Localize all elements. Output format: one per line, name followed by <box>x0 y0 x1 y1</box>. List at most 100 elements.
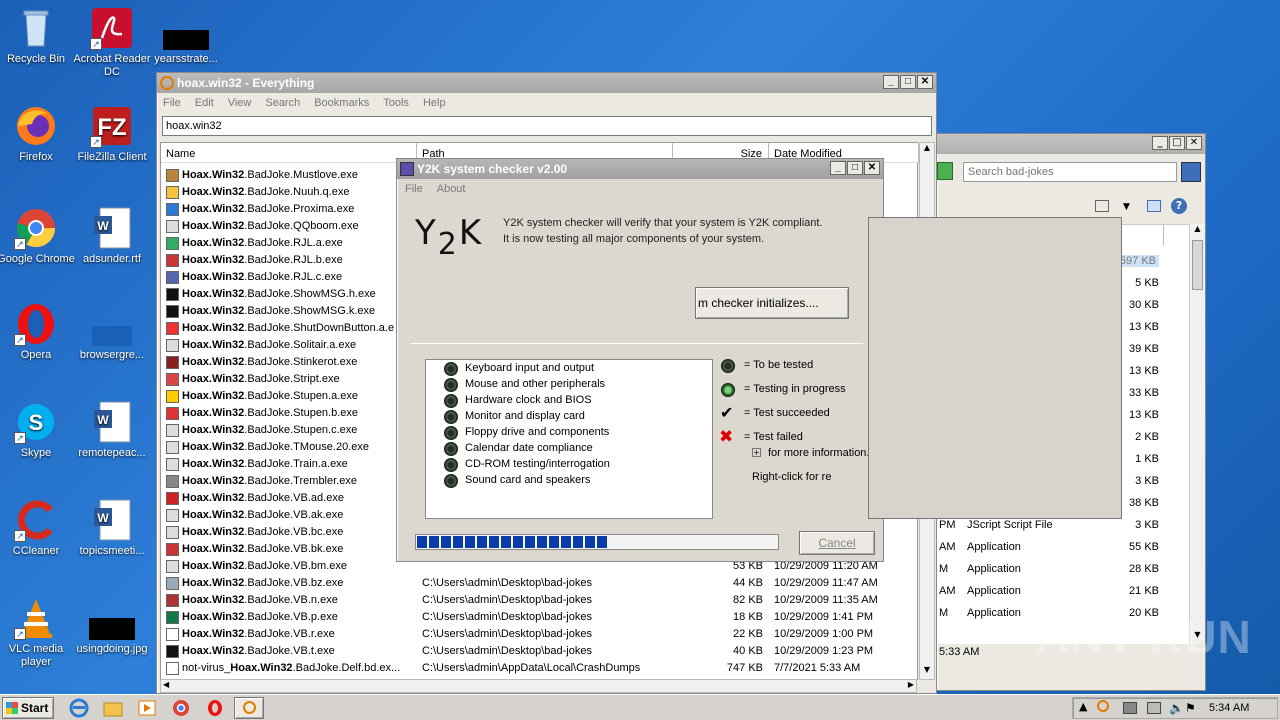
desktop-icon-browsergre[interactable]: browsergre... <box>72 302 152 362</box>
table-row[interactable]: Hoax.Win32.BadJoke.VB.bz.exe C:\Users\adm… <box>161 575 917 592</box>
desktop-icon-label: usingdoing.jpg <box>76 643 148 655</box>
display-icon[interactable] <box>1147 702 1161 714</box>
desktop-icon-label: VLC media player <box>8 643 64 668</box>
test-label: Calendar date compliance <box>465 442 593 454</box>
status-button[interactable]: m checker initializes.... <box>695 287 849 319</box>
desktop-icon-skype[interactable]: S ↗ Skype <box>0 400 76 460</box>
desktop-icon-label: Opera <box>20 349 52 361</box>
menu-search[interactable]: Search <box>265 93 300 113</box>
desktop-icon-chrome[interactable]: ↗ Google Chrome <box>0 206 76 266</box>
table-row[interactable]: Hoax.Win32.BadJoke.VB.p.exe C:\Users\admi… <box>161 609 917 626</box>
desktop-icon-yearsstrate[interactable]: yearsstrate... <box>146 6 226 66</box>
desktop-icon-remotepeac[interactable]: W remotepeac... <box>72 400 152 460</box>
menu-tools[interactable]: Tools <box>383 93 409 113</box>
minimize-button[interactable]: _ <box>1152 136 1168 150</box>
cancel-button[interactable]: Cancel <box>799 531 875 555</box>
chrome-taskbar-icon[interactable] <box>170 698 194 718</box>
tray-expand-icon[interactable]: ▲ <box>1079 700 1087 713</box>
menu-file[interactable]: File <box>163 93 181 113</box>
file-size: 40 KB <box>733 645 763 657</box>
vertical-scrollbar[interactable]: ▲ ▼ <box>1189 224 1205 644</box>
menu-bookmarks[interactable]: Bookmarks <box>314 93 369 113</box>
file-name-match: Hoax.Win32 <box>182 475 245 487</box>
file-type: Application <box>967 607 1021 619</box>
desktop-icon-firefox[interactable]: Firefox <box>0 104 76 164</box>
desktop-icon-adsunder[interactable]: W adsunder.rtf <box>72 206 152 266</box>
scroll-up-icon[interactable]: ▲ <box>1190 224 1205 238</box>
maximize-button[interactable]: □ <box>900 75 916 89</box>
y2k-titlebar[interactable]: Y2K system checker v2.00 _ □ ✕ <box>397 159 883 179</box>
desktop-icon-recycle-bin[interactable]: Recycle Bin <box>0 6 76 66</box>
everything-titlebar[interactable]: hoax.win32 - Everything _ □ ✕ <box>157 73 936 93</box>
file-icon <box>166 441 179 454</box>
explorer-titlebar[interactable]: _ □ ✕ <box>937 134 1205 154</box>
view-options-icon[interactable] <box>1095 200 1109 212</box>
menu-file[interactable]: File <box>405 179 423 199</box>
maximize-button[interactable]: □ <box>847 161 863 175</box>
horizontal-scrollbar[interactable]: ◀ ▶ <box>160 679 917 693</box>
ie-icon[interactable] <box>68 698 92 718</box>
scroll-right-icon[interactable]: ▶ <box>908 680 914 689</box>
y2k-app-icon <box>400 162 414 176</box>
opera-taskbar-icon[interactable] <box>204 698 228 718</box>
file-name: not-virus_Hoax.Win32.BadJoke.Delf.bd.ex.… <box>182 660 414 677</box>
column-name[interactable]: Name <box>161 143 417 163</box>
search-input[interactable] <box>963 162 1177 182</box>
everything-taskbar-button[interactable] <box>234 697 264 719</box>
desktop-icon-topicsmeeti[interactable]: W topicsmeeti... <box>72 498 152 558</box>
file-icon <box>166 662 179 675</box>
menu-edit[interactable]: Edit <box>195 93 214 113</box>
table-row[interactable]: not-virus_Hoax.Win32.BadJoke.Delf.bd.ex.… <box>161 660 917 677</box>
file-name: Hoax.Win32.BadJoke.Stupen.a.exe <box>182 388 414 405</box>
table-row[interactable]: Hoax.Win32.BadJoke.VB.r.exe C:\Users\admi… <box>161 626 917 643</box>
refresh-icon[interactable] <box>937 162 953 180</box>
file-icon <box>166 220 179 233</box>
file-size: 13 KB <box>1129 365 1159 377</box>
y2k-dialog[interactable]: Y2K system checker v2.00 _ □ ✕ File Abou… <box>396 158 884 562</box>
minimize-button[interactable]: _ <box>830 161 846 175</box>
file-name-match: Hoax.Win32 <box>182 169 245 181</box>
progress-block <box>513 536 523 548</box>
start-button[interactable]: Start <box>2 697 54 719</box>
search-input[interactable] <box>162 116 932 136</box>
clock[interactable]: 5:34 AM <box>1209 702 1249 714</box>
menu-view[interactable]: View <box>228 93 252 113</box>
file-date: 10/29/2009 1:00 PM <box>774 628 874 640</box>
maximize-button[interactable]: □ <box>1169 136 1185 150</box>
preview-pane-icon[interactable] <box>1147 200 1161 212</box>
scrollbar-thumb[interactable] <box>1192 240 1203 290</box>
table-row[interactable]: Hoax.Win32.BadJoke.VB.t.exe C:\Users\admi… <box>161 643 917 660</box>
scroll-left-icon[interactable]: ◀ <box>163 680 169 689</box>
desktop-icon-usingdoing[interactable]: usingdoing.jpg <box>72 596 152 656</box>
divider <box>411 343 863 344</box>
desktop-icon-acrobat[interactable]: ↗ Acrobat Reader DC <box>72 6 152 79</box>
everything-tray-icon[interactable] <box>1097 700 1109 712</box>
minimize-button[interactable]: _ <box>883 75 899 89</box>
desktop-icon-vlc[interactable]: ↗ VLC media player <box>0 596 76 669</box>
help-icon[interactable]: ? <box>1171 198 1187 214</box>
close-button[interactable]: ✕ <box>1186 136 1202 150</box>
volume-icon[interactable]: 🔈 <box>1169 701 1184 715</box>
desktop-icon-opera[interactable]: ↗ Opera <box>0 302 76 362</box>
close-button[interactable]: ✕ <box>864 161 880 175</box>
test-list[interactable]: Keyboard input and output Mouse and other… <box>425 359 713 519</box>
shortcut-arrow-icon: ↗ <box>90 38 102 50</box>
desktop-icon-ccleaner[interactable]: ↗ CCleaner <box>0 498 76 558</box>
file-path: C:\Users\admin\Desktop\bad-jokes <box>422 645 592 657</box>
close-button[interactable]: ✕ <box>917 75 933 89</box>
file-name: Hoax.Win32.BadJoke.VB.r.exe <box>182 626 414 643</box>
word-document-icon: W <box>90 400 134 444</box>
scroll-up-icon[interactable]: ▲ <box>920 143 934 157</box>
action-center-flag-icon[interactable]: ⚑ <box>1185 701 1196 715</box>
network-icon[interactable] <box>1123 702 1137 714</box>
scroll-down-icon[interactable]: ▼ <box>920 665 934 679</box>
table-row[interactable]: Hoax.Win32.BadJoke.VB.n.exe C:\Users\admi… <box>161 592 917 609</box>
chevron-down-icon[interactable]: ▼ <box>1123 202 1130 212</box>
menu-help[interactable]: Help <box>423 93 446 113</box>
explorer-icon[interactable] <box>102 698 126 718</box>
menu-about[interactable]: About <box>437 179 466 199</box>
search-icon[interactable] <box>1181 162 1201 182</box>
media-player-icon[interactable] <box>136 698 160 718</box>
desktop-icon-filezilla[interactable]: FZ ↗ FileZilla Client <box>72 104 152 164</box>
vlc-icon: ↗ <box>14 596 58 640</box>
